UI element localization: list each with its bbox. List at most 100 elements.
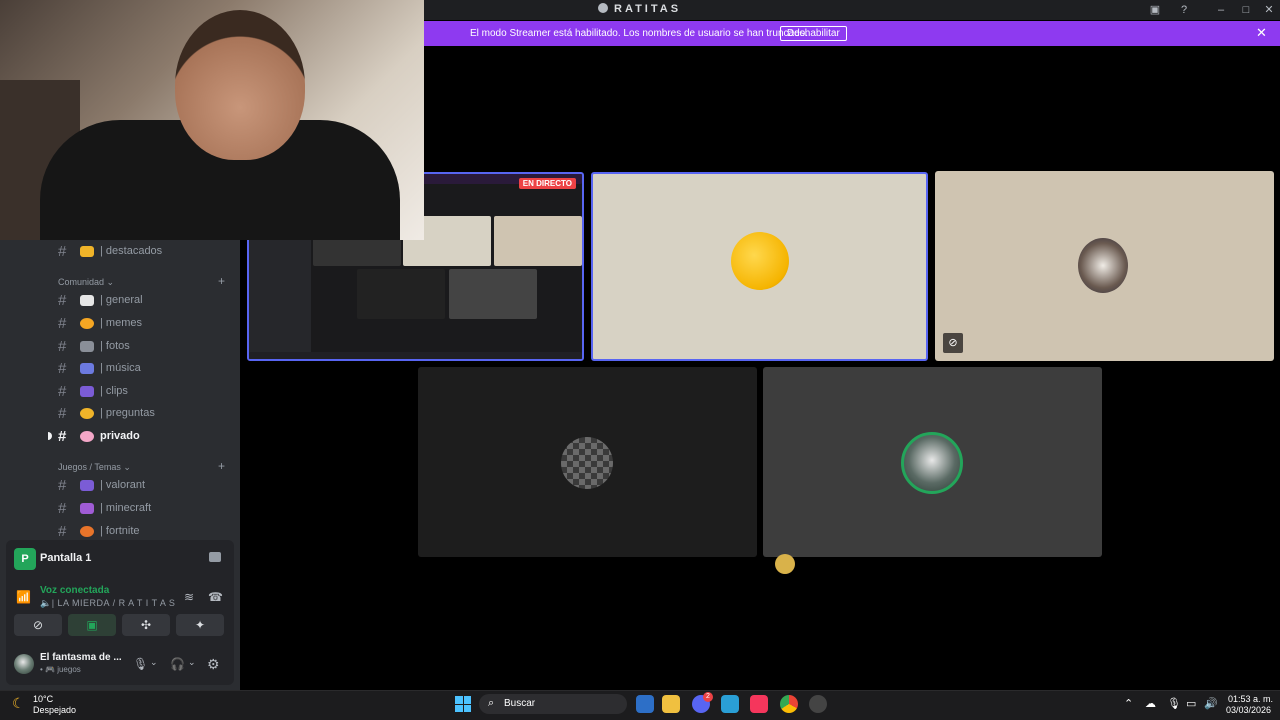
chrome-icon[interactable] (780, 695, 798, 713)
user-status: • 🎮 juegos (40, 665, 81, 674)
hash-icon: # (58, 404, 67, 422)
category-comunidad[interactable]: Comunidad ⌄ (58, 277, 114, 288)
disconnect-icon[interactable]: ☎ (208, 590, 223, 604)
hash-icon: # (58, 522, 67, 540)
screen-share-icon[interactable]: ▣ (1148, 3, 1162, 17)
fire-icon (80, 525, 94, 537)
network-icon[interactable]: ▭ (1186, 697, 1196, 710)
windows-start-icon[interactable] (455, 696, 471, 712)
weather-desc[interactable]: Despejado (33, 705, 76, 715)
speech-icon (80, 294, 94, 306)
hash-icon: # (58, 427, 67, 445)
music-icon (80, 362, 94, 374)
monocle-emoji-avatar (731, 232, 789, 290)
channel-destacados[interactable]: # | destacados (58, 241, 162, 261)
add-channel-icon[interactable]: + (218, 274, 225, 288)
channel-clips[interactable]: # | clips (58, 381, 128, 401)
channel-fortnite[interactable]: # | fortnite (58, 521, 140, 541)
hash-icon: # (58, 291, 67, 309)
joystick-icon (80, 502, 94, 514)
voice-status[interactable]: Voz conectada (40, 585, 109, 596)
music-app-icon[interactable] (750, 695, 768, 713)
stream-preview-tile (357, 269, 445, 319)
signal-icon[interactable]: 📶 (16, 590, 31, 604)
clock-date[interactable]: 03/03/2026 (1226, 705, 1271, 715)
minimize-icon[interactable]: – (1214, 3, 1228, 17)
channel-minecraft[interactable]: # | minecraft (58, 498, 151, 518)
hash-icon: # (58, 337, 67, 355)
volume-icon[interactable]: 🔊 (1204, 697, 1218, 710)
stream-preview-sidebar (249, 236, 311, 356)
star-icon (80, 245, 94, 257)
hash-icon: # (58, 242, 67, 260)
soundboard-button[interactable]: ✦ (176, 614, 224, 636)
add-channel-icon[interactable]: + (218, 459, 225, 473)
task-view-icon[interactable] (636, 695, 654, 713)
chevron-down-icon[interactable]: ⌄ (150, 657, 158, 668)
speaking-avatar (901, 432, 963, 494)
camera-icon (80, 340, 94, 352)
channel-valorant[interactable]: # | valorant (58, 475, 145, 495)
hash-icon: # (58, 382, 67, 400)
close-icon[interactable]: ✕ (1262, 3, 1276, 17)
participant-tile[interactable]: ⊘ (935, 171, 1274, 361)
noise-suppression-icon[interactable]: ≋ (184, 590, 194, 604)
channel-fotos[interactable]: # | fotos (58, 336, 130, 356)
server-icon (598, 3, 608, 13)
search-icon: ⌕ (488, 697, 495, 709)
stream-preview-tile (449, 269, 537, 319)
chevron-up-icon[interactable]: ⌃ (1124, 697, 1133, 710)
channel-general[interactable]: # | general (58, 290, 143, 310)
screen-share-button[interactable]: ▣ (68, 614, 116, 636)
stop-share-icon[interactable] (209, 552, 221, 562)
gamepad-icon (80, 479, 94, 491)
thinking-icon (80, 407, 94, 419)
category-juegos[interactable]: Juegos / Temas ⌄ (58, 462, 131, 473)
microphone-icon[interactable]: 🎙 (1167, 697, 1181, 710)
taskbar-search[interactable]: ⌕ Buscar (479, 694, 627, 714)
settings-app-icon[interactable] (809, 695, 827, 713)
voice-channel: 🔈| LA MIERDA / R A T I T A S (40, 598, 176, 608)
gear-icon[interactable]: ⚙ (207, 656, 220, 673)
weather-temp[interactable]: 10°C (33, 694, 53, 704)
channel-preguntas[interactable]: # | preguntas (58, 403, 155, 423)
microphone-icon[interactable]: 🎙 (133, 657, 148, 671)
hash-icon: # (58, 359, 67, 377)
muted-icon: ⊘ (943, 333, 963, 353)
participant-tile[interactable] (418, 367, 757, 557)
maximize-icon[interactable]: □ (1239, 3, 1253, 17)
webcam-overlay (0, 0, 424, 240)
bow-icon (80, 430, 94, 442)
stream-preview-taskbar (249, 352, 582, 359)
chevron-down-icon[interactable]: ⌄ (188, 657, 196, 668)
cloud-icon[interactable]: ☁ (1145, 697, 1156, 710)
banner-close-icon[interactable]: ✕ (1256, 25, 1267, 41)
headphones-icon[interactable]: 🎧 (170, 657, 185, 671)
channel-memes[interactable]: # | memes (58, 313, 142, 333)
moon-icon[interactable]: ☾ (12, 695, 25, 712)
participant-tile[interactable] (763, 367, 1102, 557)
clock-time[interactable]: 01:53 a. m. (1228, 694, 1273, 704)
live-badge: EN DIRECTO (518, 178, 576, 189)
participant-tile[interactable] (591, 172, 928, 361)
camera-off-button[interactable]: ⊘ (14, 614, 62, 636)
notification-badge: 2 (703, 692, 713, 702)
channel-privado[interactable]: # privado (58, 426, 140, 446)
disable-button[interactable]: Deshabilitar (780, 26, 847, 41)
screen-share-panel: P Pantalla 1 📶 Voz conectada 🔈| LA MIERD… (6, 540, 234, 685)
channel-musica[interactable]: # | música (58, 358, 141, 378)
hash-icon: # (58, 499, 67, 517)
avatar (561, 437, 613, 489)
avatar[interactable] (14, 654, 34, 674)
screen-title: Pantalla 1 (40, 552, 92, 564)
gamepad-icon (80, 385, 94, 397)
banner-message: El modo Streamer está habilitado. Los no… (470, 28, 808, 39)
avatar (1078, 238, 1128, 293)
notes-app-icon[interactable] (721, 695, 739, 713)
help-icon[interactable]: ? (1177, 3, 1191, 17)
search-placeholder: Buscar (504, 698, 536, 709)
username[interactable]: El fantasma de ... (40, 652, 122, 663)
screen-badge: P (14, 548, 36, 570)
file-explorer-icon[interactable] (662, 695, 680, 713)
activities-button[interactable]: ✣ (122, 614, 170, 636)
